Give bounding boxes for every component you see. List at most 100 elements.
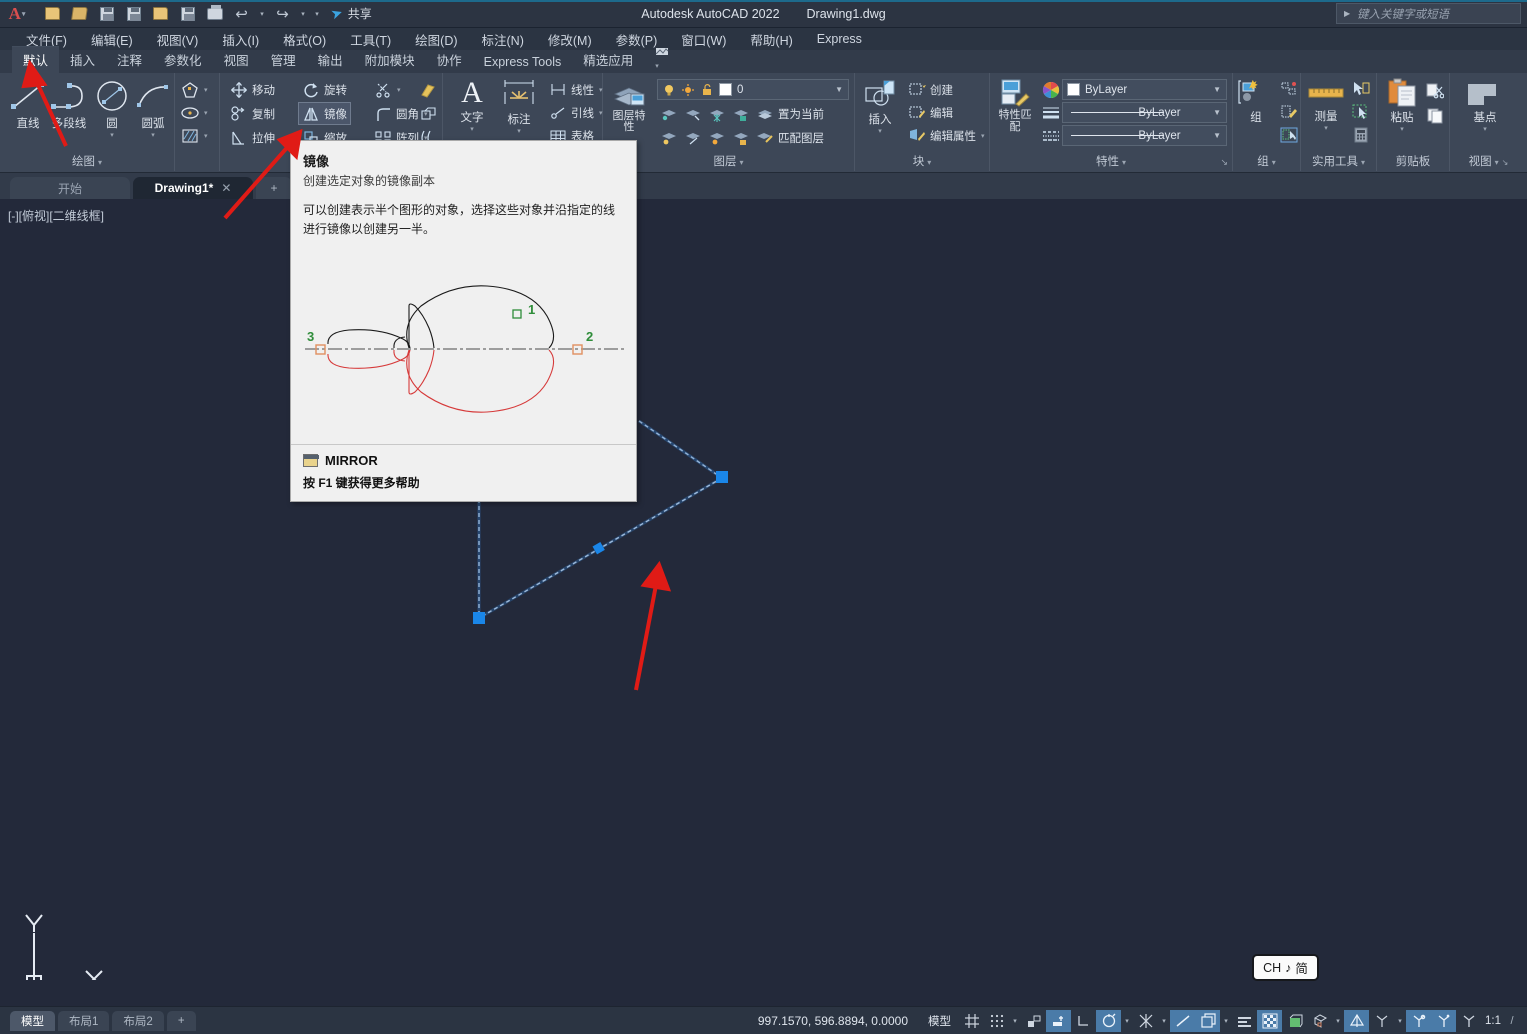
calculator-button[interactable]: [1349, 124, 1373, 145]
match-properties-button[interactable]: 特性匹配: [994, 78, 1036, 133]
copy-clip-button[interactable]: [1423, 105, 1447, 126]
ellipse-dropdown-icon[interactable]: ▾: [204, 109, 208, 117]
ribbon-tab-manage[interactable]: 管理: [260, 47, 307, 73]
doc-tab-new[interactable]: +: [256, 177, 292, 199]
search-expand-icon[interactable]: ▶: [1344, 9, 1350, 18]
gizmo-icon[interactable]: [1369, 1010, 1394, 1032]
draw-polygon-button[interactable]: ▾: [178, 79, 211, 100]
block-insert-button[interactable]: 插入 ▾: [859, 78, 901, 135]
layout-tab-layout1[interactable]: 布局1: [58, 1010, 110, 1031]
ribbon-tab-featured-apps[interactable]: 精选应用: [572, 47, 644, 73]
annotation-scale-value[interactable]: 1:1: [1481, 1015, 1505, 1027]
close-icon[interactable]: ✕: [221, 181, 231, 195]
osnap-icon[interactable]: [1133, 1010, 1158, 1032]
dynucs-dropdown-icon[interactable]: ▾: [1332, 1017, 1344, 1025]
annotation-linear-button[interactable]: 线性 ▾: [546, 79, 606, 100]
measure-dropdown-icon[interactable]: ▾: [1304, 124, 1348, 132]
menu-item-dimension[interactable]: 标注(N): [470, 28, 536, 51]
selected-polyline[interactable]: [0, 199, 1527, 980]
osnap3d-icon[interactable]: [1282, 1010, 1307, 1032]
draw-line-button[interactable]: 直线: [5, 78, 51, 131]
doc-tab-start[interactable]: 开始: [10, 177, 130, 199]
ime-indicator[interactable]: CH ♪ 简: [1252, 954, 1319, 981]
layout-tab-new[interactable]: +: [166, 1010, 196, 1031]
lineweight-dropdown[interactable]: ByLayer ▼: [1062, 102, 1227, 123]
ribbon-tab-addins[interactable]: 附加模块: [354, 47, 426, 73]
modify-erase-button[interactable]: [416, 79, 440, 100]
draw-ellipse-button[interactable]: ▾: [178, 102, 211, 123]
draw-polyline-button[interactable]: 多段线: [46, 78, 92, 131]
paste-dropdown-icon[interactable]: ▾: [1380, 125, 1424, 133]
linewt2-icon[interactable]: [1257, 1009, 1282, 1032]
block-create-button[interactable]: 创建: [905, 79, 956, 100]
block-panel-title[interactable]: 块 ▾: [855, 153, 989, 169]
group-button[interactable]: 组: [1236, 78, 1276, 125]
snap-dropdown-icon[interactable]: ▾: [1009, 1017, 1021, 1025]
layer-properties-button[interactable]: 图层特性: [608, 78, 650, 133]
space-indicator[interactable]: 模型: [920, 1013, 959, 1029]
ribbon-tab-view[interactable]: 视图: [213, 47, 260, 73]
group-selection-button[interactable]: [1277, 124, 1301, 145]
isodraft-icon[interactable]: [1071, 1010, 1096, 1032]
base-point-button[interactable]: 基点 ▾: [1460, 80, 1510, 133]
group-panel-title[interactable]: 组 ▾: [1233, 153, 1300, 169]
transparency-icon[interactable]: [1195, 1009, 1220, 1032]
layer-set-current-button[interactable]: 置为当前: [753, 103, 827, 124]
quick-select-button[interactable]: [1349, 78, 1373, 99]
linetype-dropdown[interactable]: ByLayer ▼: [1062, 125, 1227, 146]
annovis-icon[interactable]: [1406, 1009, 1431, 1032]
layer-restore-button[interactable]: [681, 127, 705, 148]
hatch-dropdown-icon[interactable]: ▾: [204, 132, 208, 140]
modify-mirror-button[interactable]: 镜像: [298, 102, 351, 125]
polar-icon[interactable]: [1046, 1009, 1071, 1032]
layer-unlock-button[interactable]: [729, 127, 753, 148]
layer-on-button[interactable]: [657, 127, 681, 148]
filter-icon[interactable]: [1344, 1009, 1369, 1032]
modify-trim-button[interactable]: ▾: [371, 79, 404, 100]
modify-rotate-button[interactable]: 旋转: [299, 79, 350, 100]
layout-tab-layout2[interactable]: 布局2: [112, 1010, 164, 1031]
properties-color-palette-button[interactable]: [1038, 79, 1064, 100]
modify-stretch-button[interactable]: 拉伸: [227, 127, 278, 148]
group-edit-button[interactable]: [1277, 101, 1301, 122]
view-panel-title[interactable]: 视图 ▾ ↘: [1450, 153, 1527, 169]
ortho-icon[interactable]: [1021, 1010, 1046, 1032]
base-point-dropdown-icon[interactable]: ▾: [1460, 125, 1510, 133]
ribbon-tab-annotate[interactable]: 注释: [106, 47, 153, 73]
autoscale-icon[interactable]: [1431, 1009, 1456, 1032]
gizmo-dropdown-icon[interactable]: ▾: [1394, 1017, 1406, 1025]
ribbon-tab-collaborate[interactable]: 协作: [426, 47, 473, 73]
block-edit-attributes-button[interactable]: 编辑属性 ▾: [905, 125, 988, 146]
utilities-panel-title[interactable]: 实用工具 ▾: [1301, 153, 1376, 169]
draw-circle-dropdown-icon[interactable]: ▾: [89, 131, 135, 139]
modify-move-button[interactable]: 移动: [227, 79, 278, 100]
view-dialog-launcher[interactable]: ↘: [1502, 158, 1509, 167]
snap-dots-icon[interactable]: [984, 1010, 1009, 1032]
annotation-dim-button[interactable]: 标注 ▾: [495, 78, 543, 135]
chevron-down-icon[interactable]: ▼: [835, 85, 843, 94]
menu-item-help[interactable]: 帮助(H): [738, 28, 804, 51]
transparency-dropdown-icon[interactable]: ▾: [1220, 1017, 1232, 1025]
ribbon-tab-express-tools[interactable]: Express Tools: [473, 52, 573, 73]
block-insert-dropdown-icon[interactable]: ▾: [859, 127, 901, 135]
annotation-leader-button[interactable]: 引线 ▾: [546, 102, 606, 123]
layout-tab-model[interactable]: 模型: [10, 1010, 55, 1031]
chevron-down-icon[interactable]: ▼: [1213, 85, 1221, 94]
dim-dropdown-icon[interactable]: ▾: [495, 127, 543, 135]
layer-unisolate-button[interactable]: [705, 127, 729, 148]
block-attr-dropdown-icon[interactable]: ▾: [981, 132, 985, 140]
trim-dropdown-icon[interactable]: ▾: [397, 86, 401, 94]
search-input[interactable]: ▶ 键入关键字或短语: [1336, 3, 1521, 24]
modify-copy-button[interactable]: 复制: [227, 103, 278, 124]
block-edit-button[interactable]: 编辑: [905, 102, 956, 123]
layer-panel-title[interactable]: 图层 ▾: [603, 153, 854, 169]
chevron-down-icon[interactable]: ▼: [1213, 108, 1221, 117]
leader-dropdown-icon[interactable]: ▾: [599, 109, 603, 117]
text-dropdown-icon[interactable]: ▾: [448, 125, 496, 133]
grid-icon[interactable]: [959, 1010, 984, 1032]
menu-item-express[interactable]: Express: [805, 30, 874, 48]
properties-dialog-launcher[interactable]: ↘: [1220, 157, 1228, 168]
osnap-dropdown-icon[interactable]: ▾: [1158, 1017, 1170, 1025]
draw-arc-dropdown-icon[interactable]: ▾: [130, 131, 176, 139]
polygon-dropdown-icon[interactable]: ▾: [204, 86, 208, 94]
